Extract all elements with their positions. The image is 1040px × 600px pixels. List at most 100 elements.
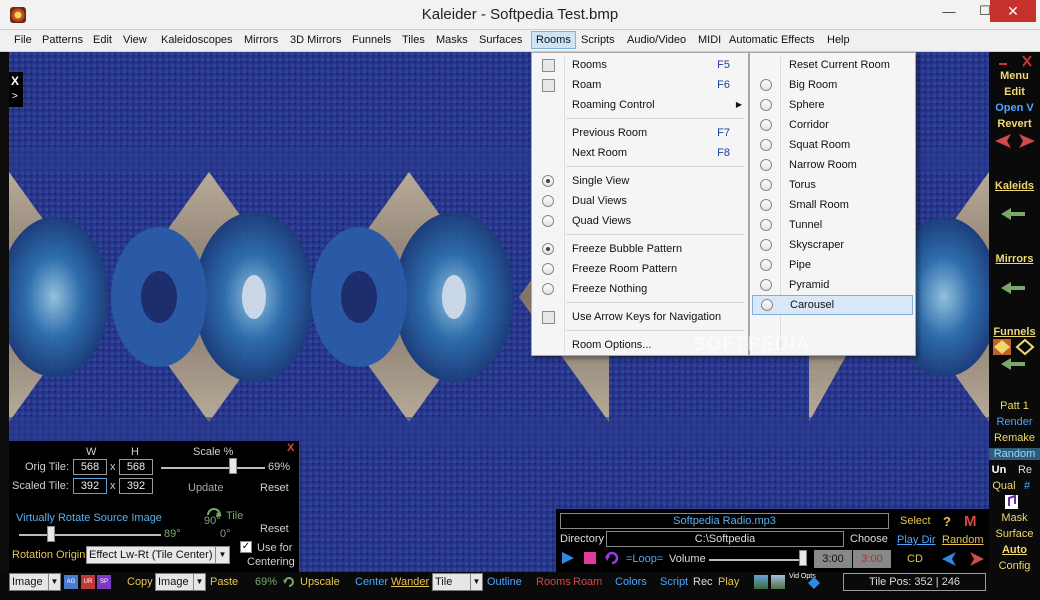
stop-icon[interactable] <box>584 552 596 564</box>
menu-midi[interactable]: MIDI <box>698 34 721 46</box>
menu-3d-mirrors[interactable]: 3D Mirrors <box>290 34 341 46</box>
menu-item-squat-room[interactable]: Squat Room <box>750 135 915 155</box>
menu-item-roam[interactable]: Roam F6 <box>532 75 748 95</box>
volume-slider[interactable] <box>709 559 805 561</box>
menu-item-rooms[interactable]: Rooms F5 <box>532 55 748 75</box>
audio-file-field[interactable]: Softpedia Radio.mp3 <box>560 513 889 529</box>
render-button[interactable]: Render <box>989 416 1040 428</box>
copy-button[interactable]: Copy <box>127 576 153 588</box>
menu-masks[interactable]: Masks <box>436 34 468 46</box>
menu-funnels[interactable]: Funnels <box>352 34 391 46</box>
diamond-icon[interactable] <box>807 576 821 590</box>
menu-item-next-room[interactable]: Next Room F8 <box>532 143 748 163</box>
select-audio-button[interactable]: Select <box>900 515 931 527</box>
scaled-height-field[interactable]: 392 <box>119 478 153 494</box>
undo-button[interactable]: Un <box>989 464 1009 476</box>
reset-scale-button[interactable]: Reset <box>260 482 289 494</box>
play-dir-button[interactable]: Play Dir <box>897 534 936 546</box>
play-script-button[interactable]: Play <box>718 576 739 588</box>
roam-button[interactable]: Roam <box>573 576 602 588</box>
menu-help[interactable]: Help <box>827 34 850 46</box>
kaleids-button[interactable]: Kaleids <box>989 180 1040 192</box>
menu-scripts[interactable]: Scripts <box>581 34 615 46</box>
menu-item-use-arrow-keys[interactable]: Use Arrow Keys for Navigation <box>532 307 748 327</box>
script-button[interactable]: Script <box>660 576 688 588</box>
menu-item-pipe[interactable]: Pipe <box>750 255 915 275</box>
choose-directory-button[interactable]: Choose <box>850 533 888 545</box>
record-button[interactable]: Rec <box>693 576 713 588</box>
play-icon[interactable] <box>561 551 575 565</box>
video-options-button[interactable]: Vid Opts <box>789 573 816 581</box>
cd-button[interactable]: CD <box>907 553 923 565</box>
menu-item-carousel[interactable]: Carousel <box>752 295 913 315</box>
menu-item-reset-current-room[interactable]: Reset Current Room <box>750 55 915 75</box>
menu-item-small-room[interactable]: Small Room <box>750 195 915 215</box>
mask-button[interactable]: Mask <box>989 512 1040 524</box>
funnel-diamond-icon[interactable] <box>992 338 1038 356</box>
paste-target-select[interactable]: Image ▼ <box>155 573 206 591</box>
reset-rotation-button[interactable]: Reset <box>260 523 289 535</box>
colors-button[interactable]: Colors <box>615 576 647 588</box>
menu-item-quad-views[interactable]: Quad Views <box>532 211 748 231</box>
menu-item-skyscraper[interactable]: Skyscraper <box>750 235 915 255</box>
use-for-centering-checkbox[interactable]: ✓ <box>240 541 252 553</box>
hash-button[interactable]: # <box>1019 480 1035 492</box>
wander-button[interactable]: Wander <box>391 576 429 588</box>
menu-item-freeze-nothing[interactable]: Freeze Nothing <box>532 279 748 299</box>
scaled-width-field[interactable]: 392 <box>73 478 107 494</box>
mode-select[interactable]: Tile ▼ <box>432 573 483 591</box>
menu-mirrors[interactable]: Mirrors <box>244 34 278 46</box>
menu-surfaces[interactable]: Surfaces <box>479 34 522 46</box>
paste-button[interactable]: Paste <box>210 576 238 588</box>
undo-redo-icon[interactable]: UR <box>81 575 95 589</box>
menu-edit[interactable]: Edit <box>93 34 112 46</box>
menu-automatic-effects[interactable]: Automatic Effects <box>729 34 814 46</box>
directory-field[interactable]: C:\Softpedia <box>606 531 844 547</box>
rotate-slider-thumb[interactable] <box>47 526 55 542</box>
surface-button[interactable]: Surface <box>989 528 1040 540</box>
menu-rooms[interactable]: Rooms <box>531 31 576 49</box>
config-button[interactable]: Config <box>989 560 1040 572</box>
volume-slider-thumb[interactable] <box>799 550 807 566</box>
upscale-icon[interactable] <box>282 575 296 589</box>
menu-item-freeze-room-pattern[interactable]: Freeze Room Pattern <box>532 259 748 279</box>
menu-item-single-view[interactable]: Single View <box>532 171 748 191</box>
menu-audio-video[interactable]: Audio/Video <box>627 34 686 46</box>
redo-button[interactable]: Re <box>1015 464 1035 476</box>
funnels-button[interactable]: Funnels <box>989 326 1040 338</box>
mirrors-button[interactable]: Mirrors <box>989 253 1040 265</box>
upscale-button[interactable]: Upscale <box>300 576 340 588</box>
open-button[interactable]: Open V <box>989 102 1040 114</box>
rooms-button[interactable]: Rooms <box>536 576 571 588</box>
menu-item-narrow-room[interactable]: Narrow Room <box>750 155 915 175</box>
menu-item-roaming-control[interactable]: Roaming Control ▶ <box>532 95 748 115</box>
back-arrow-icon[interactable] <box>1001 358 1025 370</box>
menu-item-big-room[interactable]: Big Room <box>750 75 915 95</box>
source-select[interactable]: Image ▼ <box>9 573 61 591</box>
rotate-slider[interactable] <box>19 534 161 536</box>
auto-gen-icon[interactable]: AG <box>64 575 78 589</box>
outline-button[interactable]: Outline <box>487 576 522 588</box>
random-audio-button[interactable]: Random <box>942 534 984 546</box>
menu-item-pyramid[interactable]: Pyramid <box>750 275 915 295</box>
hide-toolbar-button[interactable]: X <box>11 74 19 88</box>
revert-button[interactable]: Revert <box>989 118 1040 130</box>
remake-button[interactable]: Remake <box>989 432 1040 444</box>
orig-height-field[interactable]: 568 <box>119 459 153 475</box>
scale-slider-thumb[interactable] <box>229 458 237 474</box>
auto-button[interactable]: Auto <box>989 544 1040 556</box>
image-icon[interactable] <box>754 575 768 589</box>
loop-label[interactable]: =Loop= <box>626 553 663 565</box>
menu-patterns[interactable]: Patterns <box>42 34 83 46</box>
landscape-icon[interactable] <box>771 575 785 589</box>
rotation-origin-select[interactable]: Effect Lw-Rt (Tile Center) ▼ <box>86 546 230 564</box>
prev-next-arrows-icon[interactable] <box>993 133 1037 149</box>
menu-item-sphere[interactable]: Sphere <box>750 95 915 115</box>
help-icon[interactable]: ? <box>942 514 954 528</box>
close-button[interactable]: ✕ <box>990 0 1036 22</box>
center-button[interactable]: Center <box>355 576 388 588</box>
save-pattern-icon[interactable]: SP <box>97 575 111 589</box>
back-arrow-icon[interactable] <box>1001 208 1025 220</box>
menu-item-corridor[interactable]: Corridor <box>750 115 915 135</box>
loop-icon[interactable] <box>604 550 620 566</box>
